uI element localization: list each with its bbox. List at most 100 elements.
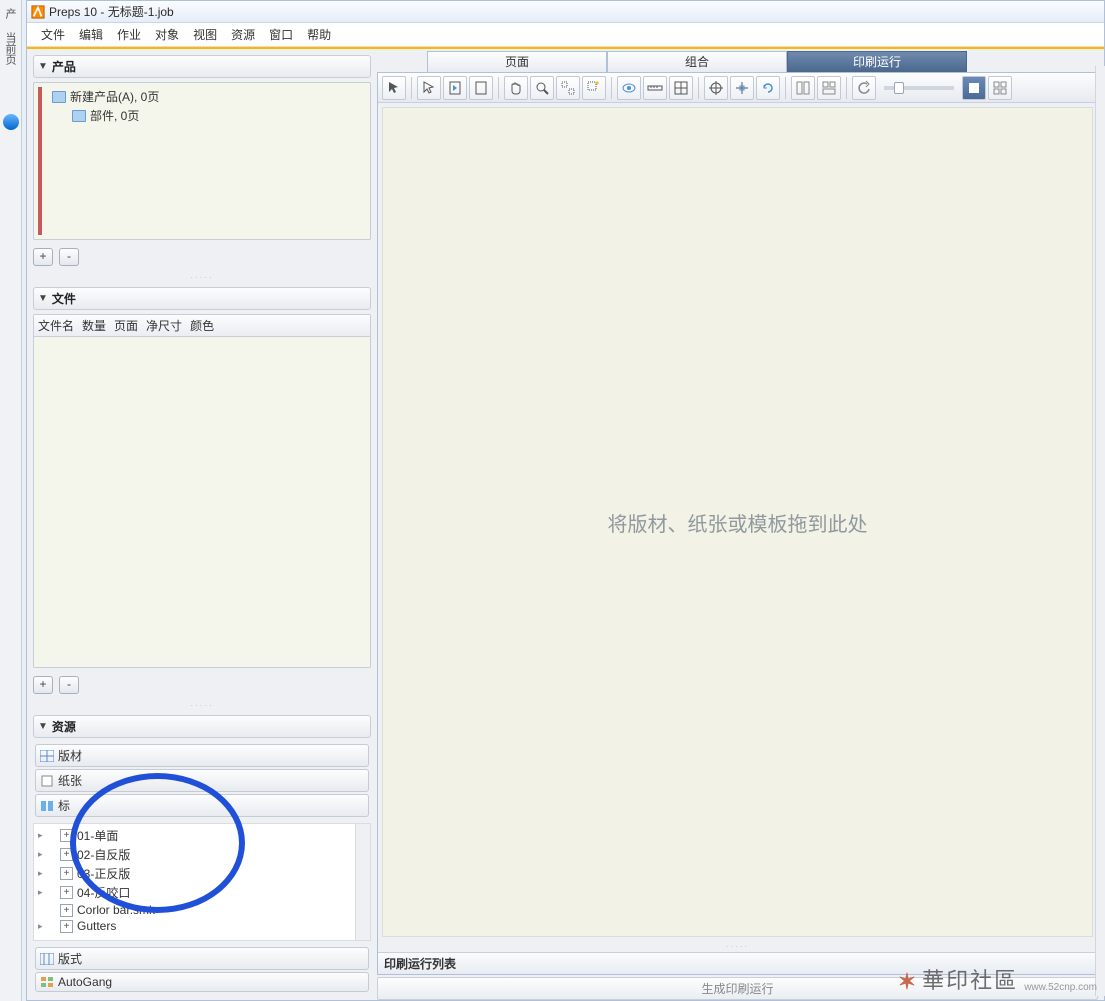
section-files-label: 文件 (52, 290, 76, 307)
view-grid-button[interactable] (988, 76, 1012, 100)
file-table-header: 文件名 数量 页面 净尺寸 颜色 (34, 315, 370, 337)
watermark-url: www.52cnp.com (1024, 982, 1097, 993)
main-tabs: 页面 组合 印刷运行 (427, 51, 1098, 73)
pressrun-list-label: 印刷运行列表 (384, 955, 456, 972)
preview-button[interactable] (617, 76, 641, 100)
tree-item-label: 02-自反版 (77, 846, 130, 863)
marquee-new-button[interactable] (582, 76, 606, 100)
page-fit-button[interactable] (443, 76, 467, 100)
col-filename[interactable]: 文件名 (38, 317, 74, 334)
watermark: ✶ 華印社區 www.52cnp.com (898, 963, 1097, 995)
chevron-right-icon: ▸ (38, 830, 46, 841)
col-color[interactable]: 颜色 (190, 317, 214, 334)
menu-help[interactable]: 帮助 (301, 24, 337, 45)
tab-pressrun[interactable]: 印刷运行 (787, 51, 967, 73)
product-list: 新建产品(A), 0页 部件, 0页 (33, 82, 371, 240)
right-edge-panel[interactable] (1095, 66, 1105, 996)
marquee-select-button[interactable] (556, 76, 580, 100)
expand-icon[interactable]: + (60, 848, 73, 861)
splitter-handle[interactable]: ····· (33, 700, 371, 711)
layout-2-button[interactable] (817, 76, 841, 100)
zoom-slider[interactable] (884, 86, 954, 90)
menu-file[interactable]: 文件 (35, 24, 71, 45)
chevron-right-icon: ▸ (38, 921, 46, 932)
menu-window[interactable]: 窗口 (263, 24, 299, 45)
product-root[interactable]: 新建产品(A), 0页 (52, 87, 159, 106)
chevron-right-icon: ▸ (38, 868, 46, 879)
expand-icon[interactable]: + (60, 886, 73, 899)
res-tab-autogang[interactable]: AutoGang (35, 972, 369, 992)
res-tab-stock[interactable]: 版材 (35, 744, 369, 767)
pages-icon (52, 91, 66, 103)
slider-thumb[interactable] (894, 82, 904, 94)
hand-tool-button[interactable] (504, 76, 528, 100)
file-remove-button[interactable]: - (59, 676, 79, 694)
tree-item-label: Corlor bar.smk (77, 903, 155, 917)
chevron-down-icon: ▼ (38, 293, 48, 304)
tab-combo[interactable]: 组合 (607, 51, 787, 73)
paper-icon (40, 775, 54, 787)
res-tab-stock-label: 版材 (58, 747, 82, 764)
edge-tab-1[interactable]: 产 (0, 4, 20, 23)
menu-object[interactable]: 对象 (149, 24, 185, 45)
pointer-tool-button[interactable] (382, 76, 406, 100)
col-count[interactable]: 数量 (82, 317, 106, 334)
section-product-label: 产品 (52, 58, 76, 75)
globe-icon[interactable] (3, 114, 19, 130)
splitter-handle[interactable]: ····· (378, 941, 1097, 952)
file-table-body[interactable] (34, 337, 370, 667)
app-icon (31, 5, 45, 19)
tree-item-label: 01-单面 (77, 827, 118, 844)
grid-button[interactable] (669, 76, 693, 100)
expand-icon[interactable]: + (60, 904, 73, 917)
tree-item[interactable]: + Corlor bar.smk (34, 902, 370, 918)
tree-item[interactable]: ▸ + Gutters (34, 918, 370, 934)
res-tab-paper[interactable]: 纸张 (35, 769, 369, 792)
ruler-button[interactable] (643, 76, 667, 100)
center-button[interactable] (730, 76, 754, 100)
tree-item[interactable]: ▸+02-自反版 (34, 845, 370, 864)
menu-job[interactable]: 作业 (111, 24, 147, 45)
expand-icon[interactable]: + (60, 920, 73, 933)
rotate-button[interactable] (852, 76, 876, 100)
col-trim[interactable]: 净尺寸 (146, 317, 182, 334)
tree-item[interactable]: ▸ +01-单面 (34, 826, 370, 845)
grid-icon (40, 750, 54, 762)
file-add-button[interactable]: + (33, 676, 53, 694)
res-tab-mark[interactable]: 标 (35, 794, 369, 817)
tab-pages[interactable]: 页面 (427, 51, 607, 73)
section-resources[interactable]: ▼ 资源 (33, 715, 371, 738)
section-product[interactable]: ▼ 产品 (33, 55, 371, 78)
zoom-tool-button[interactable] (530, 76, 554, 100)
menu-edit[interactable]: 编辑 (73, 24, 109, 45)
canvas[interactable]: 将版材、纸张或模板拖到此处 (382, 107, 1093, 937)
splitter-handle[interactable]: ····· (33, 272, 371, 283)
expand-icon[interactable]: + (60, 829, 73, 842)
select-tool-button[interactable] (417, 76, 441, 100)
app-left-edge: 产 当前页 (0, 0, 22, 1001)
page-actual-button[interactable] (469, 76, 493, 100)
col-pages[interactable]: 页面 (114, 317, 138, 334)
menu-view[interactable]: 视图 (187, 24, 223, 45)
main-window: Preps 10 - 无标题-1.job 文件 编辑 作业 对象 视图 资源 窗… (26, 0, 1105, 1001)
tree-item[interactable]: ▸+04-反咬口 (34, 883, 370, 902)
expand-icon[interactable]: + (60, 867, 73, 880)
res-tab-paper-label: 纸张 (58, 772, 82, 789)
tree-item[interactable]: ▸+03-正反版 (34, 864, 370, 883)
refresh-button[interactable] (756, 76, 780, 100)
product-remove-button[interactable]: - (59, 248, 79, 266)
tree-item-label: Gutters (77, 919, 116, 933)
edge-tab-2[interactable]: 当前页 (0, 28, 20, 69)
menu-bar: 文件 编辑 作业 对象 视图 资源 窗口 帮助 (27, 23, 1104, 47)
scrollbar[interactable] (355, 824, 370, 940)
product-add-button[interactable]: + (33, 248, 53, 266)
section-files[interactable]: ▼ 文件 (33, 287, 371, 310)
mark-icon (40, 800, 54, 812)
view-single-button[interactable] (962, 76, 986, 100)
crosshair-button[interactable] (704, 76, 728, 100)
file-table: 文件名 数量 页面 净尺寸 颜色 (33, 314, 371, 668)
res-tab-layout[interactable]: 版式 (35, 947, 369, 970)
menu-resource[interactable]: 资源 (225, 24, 261, 45)
product-part[interactable]: 部件, 0页 (72, 106, 159, 125)
layout-1-button[interactable] (791, 76, 815, 100)
